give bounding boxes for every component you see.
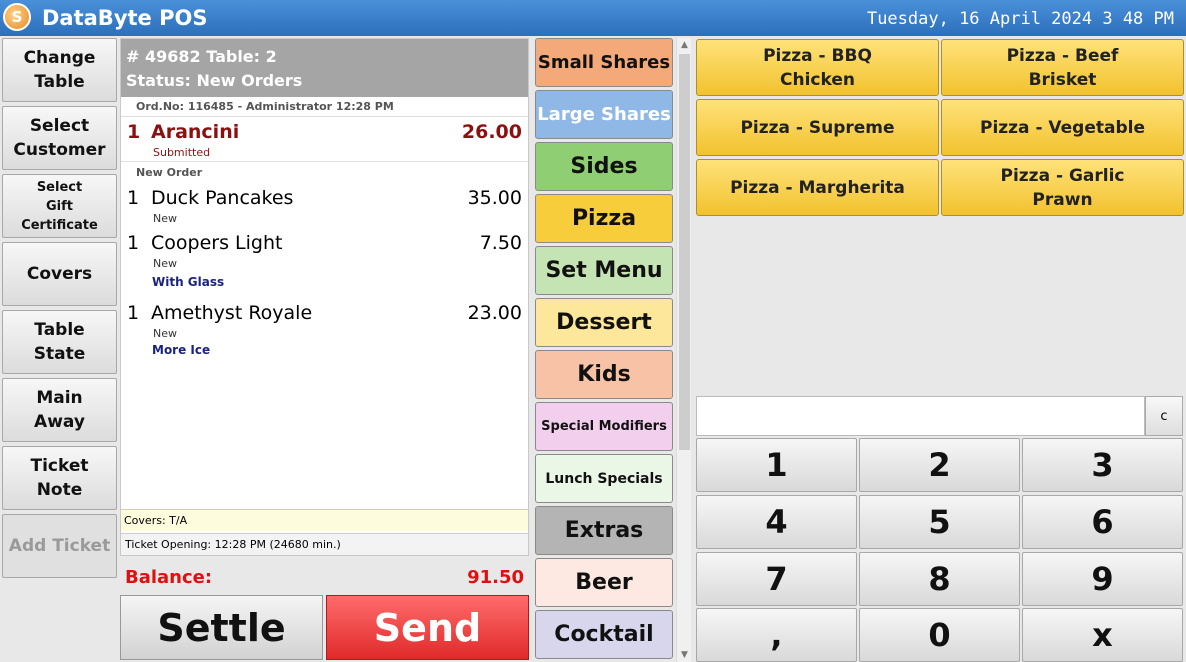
item-name: Coopers Light [151,232,283,254]
item-status: New [153,327,177,340]
numpad-key-6[interactable]: 6 [1022,495,1183,549]
item-qty: 1 [127,232,140,254]
settle-button[interactable]: Settle [120,595,323,660]
item-price: 7.50 [479,232,522,254]
category-list: Small Shares Large Shares Sides Pizza Se… [535,38,674,662]
category-beer[interactable]: Beer [535,558,673,607]
item-name: Amethyst Royale [151,302,313,324]
numpad-key-4[interactable]: 4 [696,495,857,549]
item-name: Duck Pancakes [151,187,294,209]
title-bar: S DataByte POS Tuesday, 16 April 2024 3 … [0,0,1186,36]
numpad-key-5[interactable]: 5 [859,495,1020,549]
category-cocktail[interactable]: Cocktail [535,610,673,659]
send-button[interactable]: Send [326,595,529,660]
ticket-note-button[interactable]: Ticket Note [2,446,117,510]
ticket-item[interactable]: 1 Coopers Light 7.50 New With Glass [121,228,528,298]
scroll-thumb[interactable] [679,54,690,450]
add-ticket-button[interactable]: Add Ticket [2,514,117,578]
item-modifier: More Ice [152,343,211,357]
product-pizza-garlic-prawn[interactable]: Pizza - Garlic Prawn [941,159,1184,216]
select-customer-button[interactable]: Select Customer [2,106,117,170]
ticket-covers: Covers: T/A [121,509,528,531]
numpad-clear-button[interactable]: c [1145,396,1183,436]
numpad-input[interactable] [696,396,1145,436]
numpad-key-2[interactable]: 2 [859,438,1020,492]
item-qty: 1 [127,121,141,143]
item-status: New [153,212,177,225]
date-time: Tuesday, 16 April 2024 3 48 PM [866,9,1174,29]
category-kids[interactable]: Kids [535,350,673,399]
category-small-shares[interactable]: Small Shares [535,38,673,87]
numpad-key-9[interactable]: 9 [1022,552,1183,606]
product-pizza-supreme[interactable]: Pizza - Supreme [696,99,939,156]
select-gift-certificate-button[interactable]: Select Gift Certificate [2,174,117,238]
ticket-item[interactable]: 1 Arancini 26.00 Submitted [121,117,528,161]
app-title: DataByte POS [42,6,208,30]
item-status: New [153,257,177,270]
main-away-button[interactable]: Main Away [2,378,117,442]
ticket-opening: Ticket Opening: 12:28 PM (24680 min.) [121,533,528,555]
category-sides[interactable]: Sides [535,142,673,191]
category-dessert[interactable]: Dessert [535,298,673,347]
product-pizza-vegetable[interactable]: Pizza - Vegetable [941,99,1184,156]
numpad-key-7[interactable]: 7 [696,552,857,606]
ticket-number: # 49682 Table: 2 [126,47,277,66]
balance-value: 91.50 [467,567,524,588]
scroll-up-icon[interactable]: ▲ [677,38,692,52]
numpad-key-0[interactable]: 0 [859,608,1020,662]
ticket-panel: # 49682 Table: 2 Status: New Orders Ord.… [120,38,529,556]
product-pizza-margherita[interactable]: Pizza - Margherita [696,159,939,216]
category-pizza[interactable]: Pizza [535,194,673,243]
item-modifier: With Glass [152,275,225,289]
category-scrollbar[interactable]: ▲ ▼ [676,38,691,662]
category-large-shares[interactable]: Large Shares [535,90,673,139]
balance-label: Balance: [125,567,213,588]
category-set-menu[interactable]: Set Menu [535,246,673,295]
table-state-button[interactable]: Table State [2,310,117,374]
scroll-down-icon[interactable]: ▼ [677,648,692,662]
numpad-key-x[interactable]: x [1022,608,1183,662]
product-pizza-bbq-chicken[interactable]: Pizza - BBQ Chicken [696,39,939,96]
product-pizza-beef-brisket[interactable]: Pizza - Beef Brisket [941,39,1184,96]
covers-button[interactable]: Covers [2,242,117,306]
numpad-key-1[interactable]: 1 [696,438,857,492]
new-order-label: New Order [121,161,528,183]
category-extras[interactable]: Extras [535,506,673,555]
item-price: 35.00 [467,187,522,209]
item-name: Arancini [151,121,240,143]
category-special-modifiers[interactable]: Special Modifiers [535,402,673,451]
item-qty: 1 [127,302,140,324]
order-info: Ord.No: 116485 - Administrator 12:28 PM [121,97,528,117]
ticket-header: # 49682 Table: 2 Status: New Orders [121,39,528,97]
ticket-item[interactable]: 1 Duck Pancakes 35.00 New [121,183,528,228]
item-price: 23.00 [467,302,522,324]
ticket-item[interactable]: 1 Amethyst Royale 23.00 New More Ice [121,298,528,368]
item-qty: 1 [127,187,140,209]
app-logo-icon: S [3,3,31,31]
ticket-status: Status: New Orders [126,71,303,90]
numpad-key-comma[interactable]: , [696,608,857,662]
numpad-key-3[interactable]: 3 [1022,438,1183,492]
change-table-button[interactable]: Change Table [2,38,117,102]
numpad-key-8[interactable]: 8 [859,552,1020,606]
item-status: Submitted [153,146,211,159]
category-lunch-specials[interactable]: Lunch Specials [535,454,673,503]
item-price: 26.00 [461,121,522,143]
